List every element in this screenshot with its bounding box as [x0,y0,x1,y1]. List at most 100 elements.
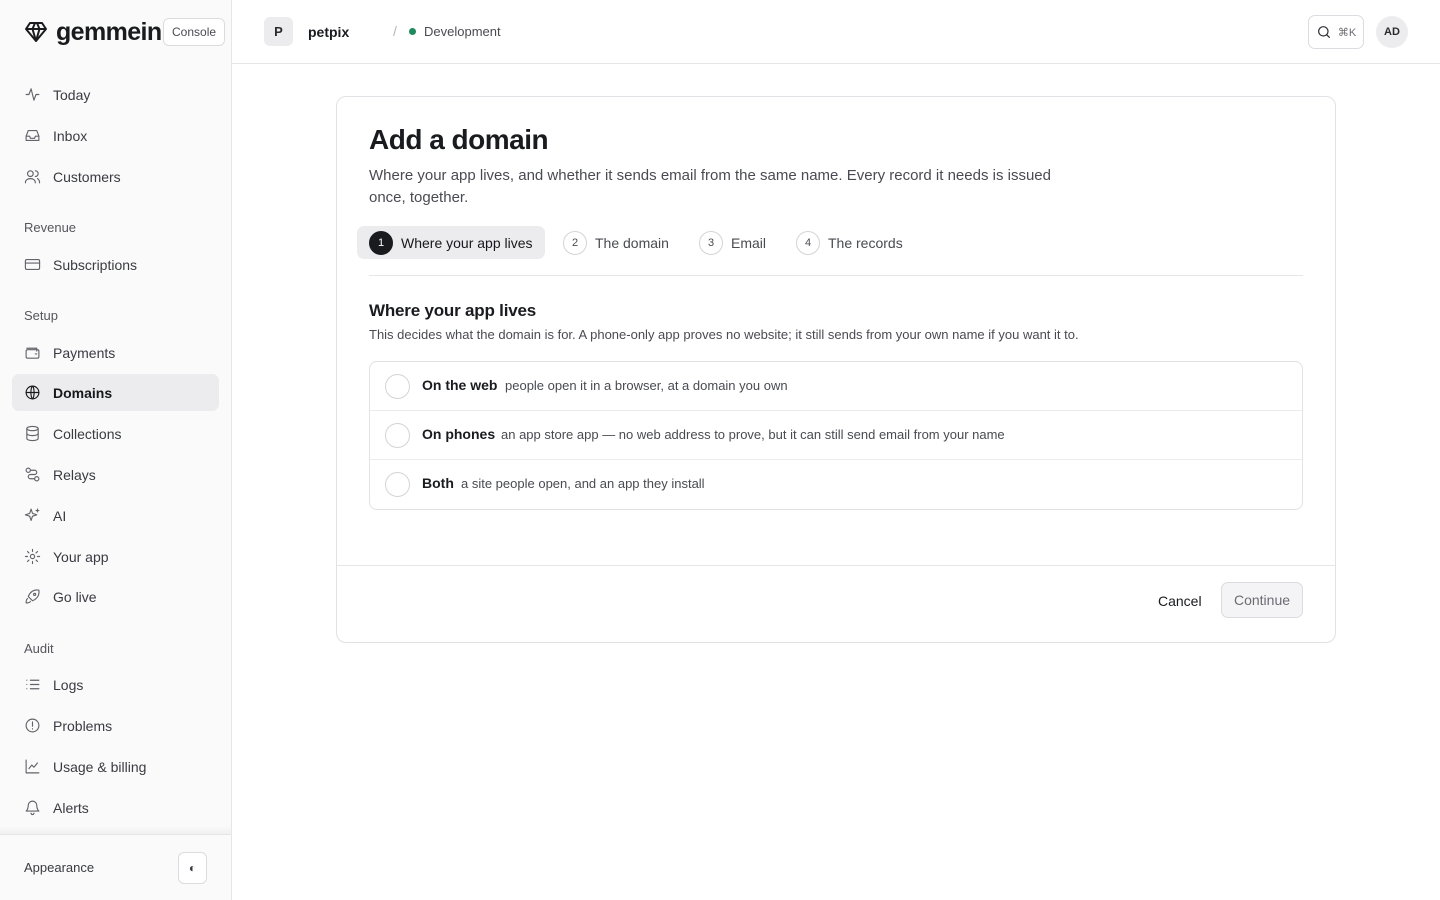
sidebar-item-relays[interactable]: Relays [12,456,219,493]
sidebar-item-customers[interactable]: Customers [12,158,219,195]
sidebar-item-subscriptions[interactable]: Subscriptions [12,246,219,283]
option-title: On phones [422,426,496,442]
sidebar-item-label: Relays [53,466,96,483]
sidebar-footer: Appearance ◐ [0,834,231,900]
page-subtitle: Where your app lives, and whether it sen… [369,167,1051,206]
section-title: Where your app lives [369,301,536,320]
sidebar-item-label: Usage & billing [53,758,147,775]
environment-name[interactable]: Development [424,24,501,39]
sidebar-item-go-live[interactable]: Go live [12,578,219,615]
users-icon [24,170,41,184]
section-label-audit: Audit [24,641,54,656]
sidebar-item-label: Go live [53,588,97,605]
step-number: 2 [563,230,587,255]
sidebar-item-ai[interactable]: AI [12,497,219,534]
sidebar-item-collections[interactable]: Collections [12,415,219,452]
sidebar-item-label: Subscriptions [53,256,138,273]
brand-name: gemmein [56,17,162,46]
radio-button[interactable] [385,374,410,399]
sidebar-item-logs[interactable]: Logs [12,666,219,703]
brand[interactable]: gemmein [24,18,162,46]
gear-icon [24,548,41,565]
inbox-icon [25,129,40,142]
option-title: Both [422,475,454,491]
section-label-revenue: Revenue [24,220,77,235]
step-number: 3 [699,230,723,255]
search-shortcut: ⌘K [1337,26,1357,39]
breadcrumb-separator: / [393,23,397,39]
console-badge[interactable]: Console [163,18,226,46]
sidebar-item-domains[interactable]: Domains [12,374,219,411]
sidebar-item-label: Collections [53,425,122,442]
section-label-setup: Setup [24,308,58,323]
option-phones[interactable]: On phones an app store app — no web addr… [370,411,1302,460]
option-web[interactable]: On the web people open it in a browser, … [370,362,1302,411]
wallet-icon [25,347,40,359]
user-avatar[interactable]: AD [1376,16,1408,48]
sidebar-item-label: Payments [53,344,116,361]
card-footer-divider [337,565,1335,566]
search-icon [1317,26,1330,38]
option-description: people open it in a browser, at a domain… [505,378,788,393]
search-button[interactable]: ⌘K [1308,15,1364,49]
step-email[interactable]: 3 Email [699,226,766,259]
sidebar-item-label: Logs [53,676,84,693]
sidebar-item-today[interactable]: Today [12,76,219,113]
cancel-button[interactable]: Cancel [1145,583,1215,619]
rocket-icon [25,589,40,604]
step-the-domain[interactable]: 2 The domain [563,226,669,259]
sidebar-item-label: AI [53,507,67,524]
diamond-logo-icon [24,20,48,44]
sidebar-item-usage-billing[interactable]: Usage & billing [12,748,219,785]
step-number: 1 [369,230,393,255]
step-label: Where your app lives [401,234,533,251]
sidebar-item-label: Inbox [53,127,88,144]
bell-icon [25,800,40,816]
environment-status-dot [409,28,416,35]
contrast-icon: ◐ [188,861,197,875]
sidebar-item-alerts[interactable]: Alerts [12,789,219,826]
route-icon [25,467,40,482]
sidebar-item-problems[interactable]: Problems [12,707,219,744]
radio-button[interactable] [385,472,410,497]
option-description: an app store app — no web address to pro… [501,427,1005,442]
add-domain-card: Add a domain Where your app lives, and w… [336,96,1336,643]
option-both[interactable]: Both a site people open, and an app they… [370,460,1302,509]
alert-circle-icon [25,718,40,733]
activity-icon [25,88,40,101]
list-icon [26,679,40,690]
sidebar-item-label: Alerts [53,799,89,816]
sidebar-item-label: Today [53,86,91,103]
step-label: Email [731,234,767,251]
credit-card-icon [24,258,41,271]
topbar: P petpix / Development ⌘K AD [232,0,1440,64]
page-title: Add a domain [369,124,549,155]
sidebar-item-inbox[interactable]: Inbox [12,117,219,154]
sidebar-item-your-app[interactable]: Your app [12,538,219,575]
steps-divider [369,275,1303,276]
database-icon [26,425,39,442]
continue-button[interactable]: Continue [1221,582,1303,618]
project-avatar[interactable]: P [264,17,293,46]
step-the-records[interactable]: 4 The records [796,226,903,259]
appearance-label: Appearance [24,860,95,875]
platform-options: On the web people open it in a browser, … [369,361,1303,510]
sparkles-icon [24,508,40,522]
radio-button[interactable] [385,423,410,448]
option-title: On the web [422,377,498,393]
sidebar-item-label: Problems [53,717,113,734]
project-name[interactable]: petpix [308,24,349,40]
sidebar-item-label: Domains [53,384,113,401]
sidebar-item-payments[interactable]: Payments [12,334,219,371]
sidebar-item-label: Customers [53,168,121,185]
step-label: The domain [595,234,669,251]
globe-icon [25,385,40,400]
step-number: 4 [796,230,820,255]
option-description: a site people open, and an app they inst… [461,476,705,491]
section-description: This decides what the domain is for. A p… [369,327,1079,342]
step-where-app-lives[interactable]: 1 Where your app lives [357,226,545,259]
sidebar-item-label: Your app [53,548,109,565]
step-label: The records [828,234,903,251]
sidebar: gemmein Console Today Inbox Customers Re… [0,0,232,900]
theme-toggle-button[interactable]: ◐ [178,852,207,884]
